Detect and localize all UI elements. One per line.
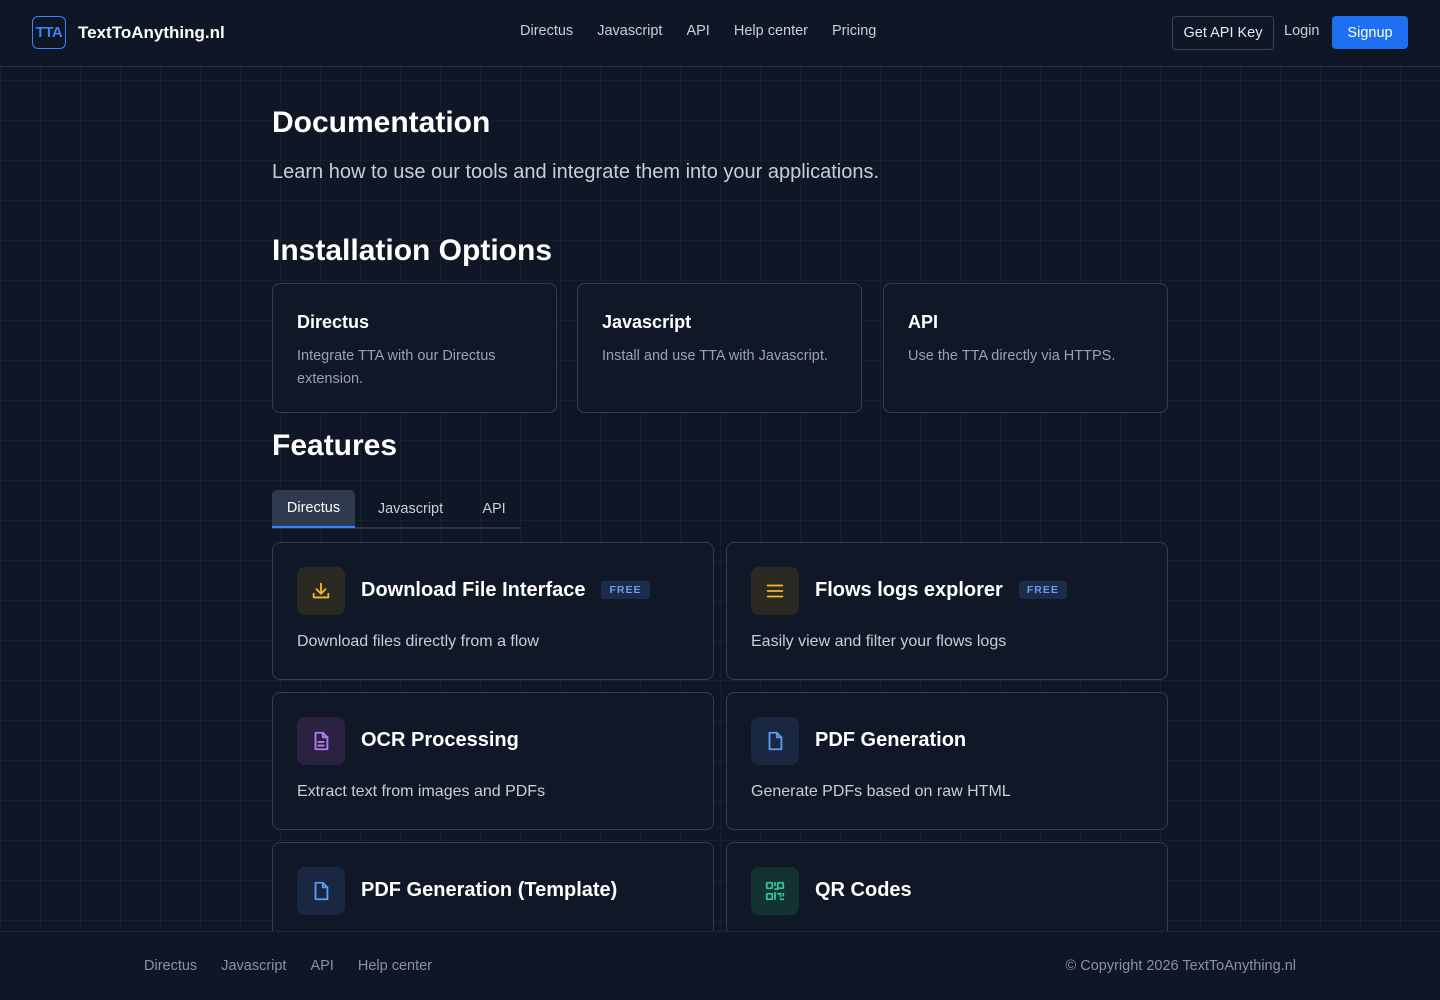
feature-desc: Easily view and filter your flows logs bbox=[751, 633, 1007, 650]
file-icon bbox=[751, 717, 799, 765]
logo[interactable]: TTA bbox=[32, 16, 66, 49]
free-badge: FREE bbox=[601, 581, 650, 599]
feature-title: PDF Generation (Template) bbox=[361, 879, 618, 901]
footer-link-help-center[interactable]: Help center bbox=[358, 958, 432, 974]
install-option-desc: Use the TTA directly via HTTPS. bbox=[908, 348, 1116, 364]
page-lead: Learn how to use our tools and integrate… bbox=[272, 161, 880, 183]
install-option-title: API bbox=[908, 312, 939, 332]
install-option-title: Javascript bbox=[602, 312, 692, 332]
install-option-desc: Install and use TTA with Javascript. bbox=[602, 348, 828, 364]
free-badge: FREE bbox=[1018, 581, 1067, 599]
document-text-icon bbox=[297, 717, 345, 765]
footer-link-directus[interactable]: Directus bbox=[144, 958, 197, 974]
footer-link-javascript[interactable]: Javascript bbox=[221, 958, 286, 974]
feature-desc: Download files directly from a flow bbox=[297, 633, 539, 650]
feature-title: OCR Processing bbox=[361, 729, 519, 751]
feature-title: Flows logs explorer FREE bbox=[815, 579, 1067, 602]
install-option-api[interactable]: API Use the TTA directly via HTTPS. bbox=[883, 283, 1168, 413]
get-api-key-button[interactable]: Get API Key bbox=[1172, 16, 1274, 50]
install-option-title: Directus bbox=[297, 312, 370, 332]
footer-links: Directus Javascript API Help center bbox=[144, 958, 456, 974]
footer: Directus Javascript API Help center © Co… bbox=[0, 931, 1440, 1000]
login-link[interactable]: Login bbox=[1284, 23, 1319, 39]
tab-api[interactable]: API bbox=[468, 490, 520, 528]
feature-card-download-file-interface[interactable]: Download File Interface FREE Download fil… bbox=[272, 542, 714, 680]
nav-pricing[interactable]: Pricing bbox=[832, 23, 876, 39]
install-option-desc: Integrate TTA with our Directus extensio… bbox=[297, 348, 496, 387]
footer-link-api[interactable]: API bbox=[310, 958, 333, 974]
feature-card-flows-logs-explorer[interactable]: Flows logs explorer FREE Easily view and … bbox=[726, 542, 1168, 680]
features-heading: Features bbox=[272, 429, 398, 462]
page-title: Documentation bbox=[272, 106, 491, 139]
feature-desc: Generate PDFs based on raw HTML bbox=[751, 783, 1011, 800]
features-tabs: Directus Javascript API bbox=[272, 490, 521, 529]
feature-card-ocr-processing[interactable]: OCR Processing Extract text from images … bbox=[272, 692, 714, 830]
nav-javascript[interactable]: Javascript bbox=[597, 23, 662, 39]
feature-title: QR Codes bbox=[815, 879, 912, 901]
nav-directus[interactable]: Directus bbox=[520, 23, 573, 39]
main-nav: Directus Javascript API Help center Pric… bbox=[520, 23, 900, 39]
install-option-javascript[interactable]: Javascript Install and use TTA with Java… bbox=[577, 283, 862, 413]
copyright: © Copyright 2026 TextToAnything.nl bbox=[1065, 958, 1296, 974]
qr-code-icon bbox=[751, 867, 799, 915]
header: TTA TextToAnything.nl Directus Javascrip… bbox=[0, 0, 1440, 67]
signup-button[interactable]: Signup bbox=[1332, 16, 1408, 49]
download-icon bbox=[297, 567, 345, 615]
list-icon bbox=[751, 567, 799, 615]
feature-title: PDF Generation bbox=[815, 729, 967, 751]
nav-api[interactable]: API bbox=[686, 23, 709, 39]
installation-heading: Installation Options bbox=[272, 234, 553, 267]
brand-name[interactable]: TextToAnything.nl bbox=[78, 23, 225, 43]
install-option-directus[interactable]: Directus Integrate TTA with our Directus… bbox=[272, 283, 557, 413]
feature-card-pdf-generation[interactable]: PDF Generation Generate PDFs based on ra… bbox=[726, 692, 1168, 830]
tab-directus[interactable]: Directus bbox=[272, 490, 355, 528]
tab-javascript[interactable]: Javascript bbox=[367, 490, 454, 528]
file-icon bbox=[297, 867, 345, 915]
feature-desc: Extract text from images and PDFs bbox=[297, 783, 546, 800]
nav-help-center[interactable]: Help center bbox=[734, 23, 808, 39]
feature-title: Download File Interface FREE bbox=[361, 579, 650, 602]
